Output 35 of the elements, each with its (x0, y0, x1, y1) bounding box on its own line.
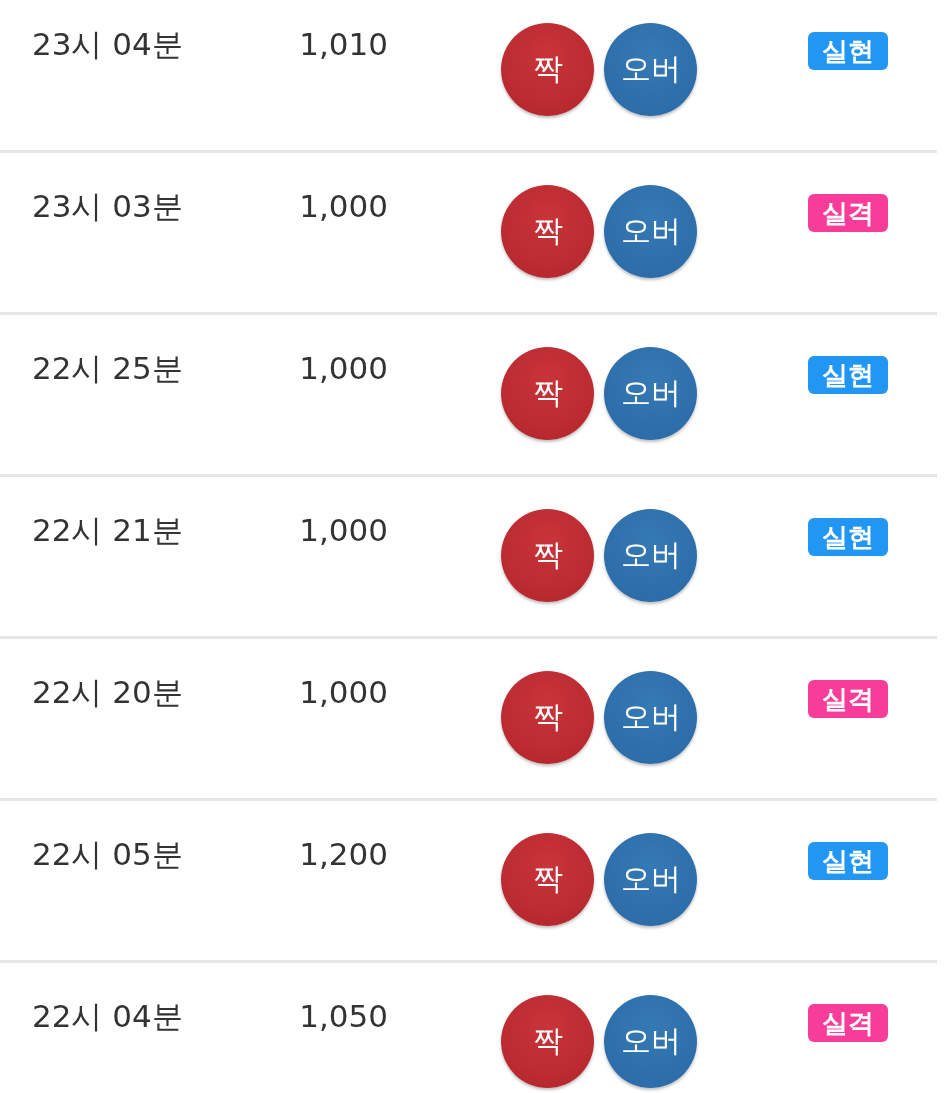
time-text: 22시 25분 (32, 349, 184, 387)
amount-text: 1,200 (298, 835, 388, 873)
amount-text: 1,000 (298, 511, 388, 549)
pick-ball: 오버 (604, 185, 697, 278)
amount-text: 1,050 (298, 997, 388, 1035)
pick-ball: 오버 (604, 995, 697, 1088)
pick-ball: 짝 (501, 23, 594, 116)
pick-ball: 짝 (501, 509, 594, 602)
result-badge: 실격 (808, 194, 888, 232)
result-badge: 실현 (808, 356, 888, 394)
pick-ball: 짝 (501, 347, 594, 440)
time-text: 23시 03분 (32, 187, 184, 225)
pick-ball: 오버 (604, 23, 697, 116)
time-text: 22시 04분 (32, 997, 184, 1035)
result-badge: 실현 (808, 32, 888, 70)
pick-ball: 오버 (604, 671, 697, 764)
result-badge: 실격 (808, 1004, 888, 1042)
amount-text: 1,000 (298, 187, 388, 225)
time-text: 22시 20분 (32, 673, 184, 711)
pick-ball: 짝 (501, 185, 594, 278)
pick-ball: 짝 (501, 833, 594, 926)
pick-ball: 오버 (604, 347, 697, 440)
result-badge: 실현 (808, 518, 888, 556)
pick-ball: 짝 (501, 995, 594, 1088)
amount-text: 1,000 (298, 673, 388, 711)
pick-ball: 짝 (501, 671, 594, 764)
result-badge: 실현 (808, 842, 888, 880)
result-badge: 실격 (808, 680, 888, 718)
time-text: 22시 05분 (32, 835, 184, 873)
pick-ball: 오버 (604, 509, 697, 602)
pick-ball: 오버 (604, 833, 697, 926)
time-text: 23시 04분 (32, 25, 184, 63)
time-text: 22시 21분 (32, 511, 184, 549)
amount-text: 1,000 (298, 349, 388, 387)
amount-text: 1,010 (298, 25, 388, 63)
